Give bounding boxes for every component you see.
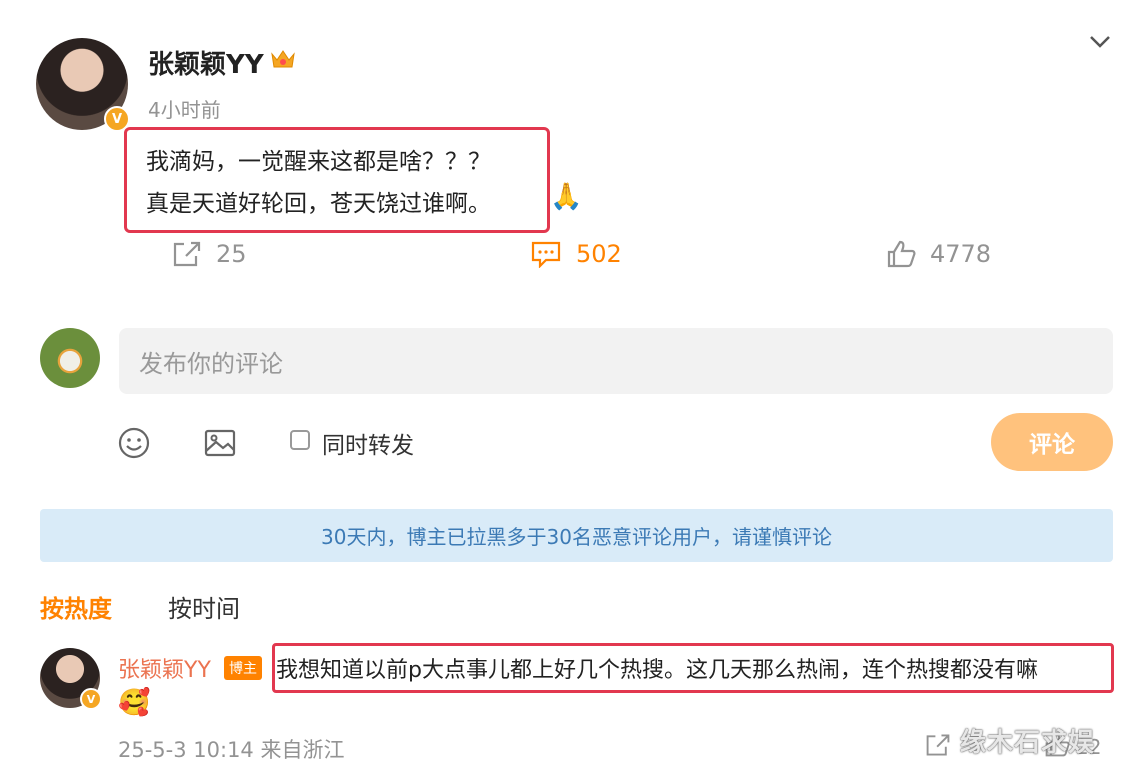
watermark: 缘木石求娱 bbox=[960, 728, 1096, 758]
post-author-name[interactable]: 张颖颖YY bbox=[148, 44, 264, 81]
post-time: 4小时前 bbox=[148, 98, 221, 122]
share-icon bbox=[173, 241, 201, 267]
share-count: 25 bbox=[216, 240, 247, 268]
repost-label[interactable]: 同时转发 bbox=[322, 426, 414, 460]
comment-input-placeholder: 发布你的评论 bbox=[139, 349, 283, 378]
comment-button[interactable]: 502 bbox=[530, 240, 622, 268]
comment-count: 502 bbox=[576, 240, 622, 268]
comment-author-name[interactable]: 张颖颖YY bbox=[118, 652, 211, 684]
pray-emoji: 🙏 bbox=[550, 182, 583, 212]
tab-sort-hot[interactable]: 按热度 bbox=[40, 589, 112, 624]
comment-input[interactable]: 发布你的评论 bbox=[119, 328, 1113, 394]
post-text-line-1: 我滴妈，一觉醒来这都是啥？？？ bbox=[146, 149, 491, 175]
comment-icon bbox=[531, 241, 561, 268]
post-text-line-2: 真是天道好轮回，苍天饶过谁啊。 bbox=[146, 191, 491, 217]
comment-share-icon[interactable] bbox=[925, 732, 951, 758]
comment-verified-badge: V bbox=[80, 688, 102, 710]
image-icon[interactable] bbox=[203, 426, 237, 460]
current-user-avatar bbox=[40, 328, 100, 388]
like-count: 4778 bbox=[930, 240, 992, 268]
crown-icon bbox=[271, 50, 295, 68]
blocklist-notice: 30天内，博主已拉黑多于30名恶意评论用户，请谨慎评论 bbox=[40, 509, 1113, 562]
tab-sort-time[interactable]: 按时间 bbox=[168, 589, 240, 624]
emoji-icon[interactable] bbox=[117, 426, 151, 460]
share-button[interactable]: 25 bbox=[172, 240, 247, 268]
submit-comment-button[interactable]: 评论 bbox=[991, 413, 1113, 471]
comment-emoji: 🥰 bbox=[118, 688, 151, 718]
like-icon bbox=[887, 240, 916, 268]
repost-checkbox[interactable] bbox=[290, 430, 310, 450]
chevron-down-icon[interactable] bbox=[1088, 34, 1112, 50]
author-badge: 博主 bbox=[224, 656, 262, 680]
comment-text: 我想知道以前p大点事儿都上好几个热搜。这几天那么热闹，连个热搜都没有嘛 bbox=[276, 658, 1038, 683]
comment-meta: 25-5-3 10:14 来自浙江 bbox=[118, 738, 345, 762]
like-button[interactable]: 4778 bbox=[886, 240, 991, 268]
